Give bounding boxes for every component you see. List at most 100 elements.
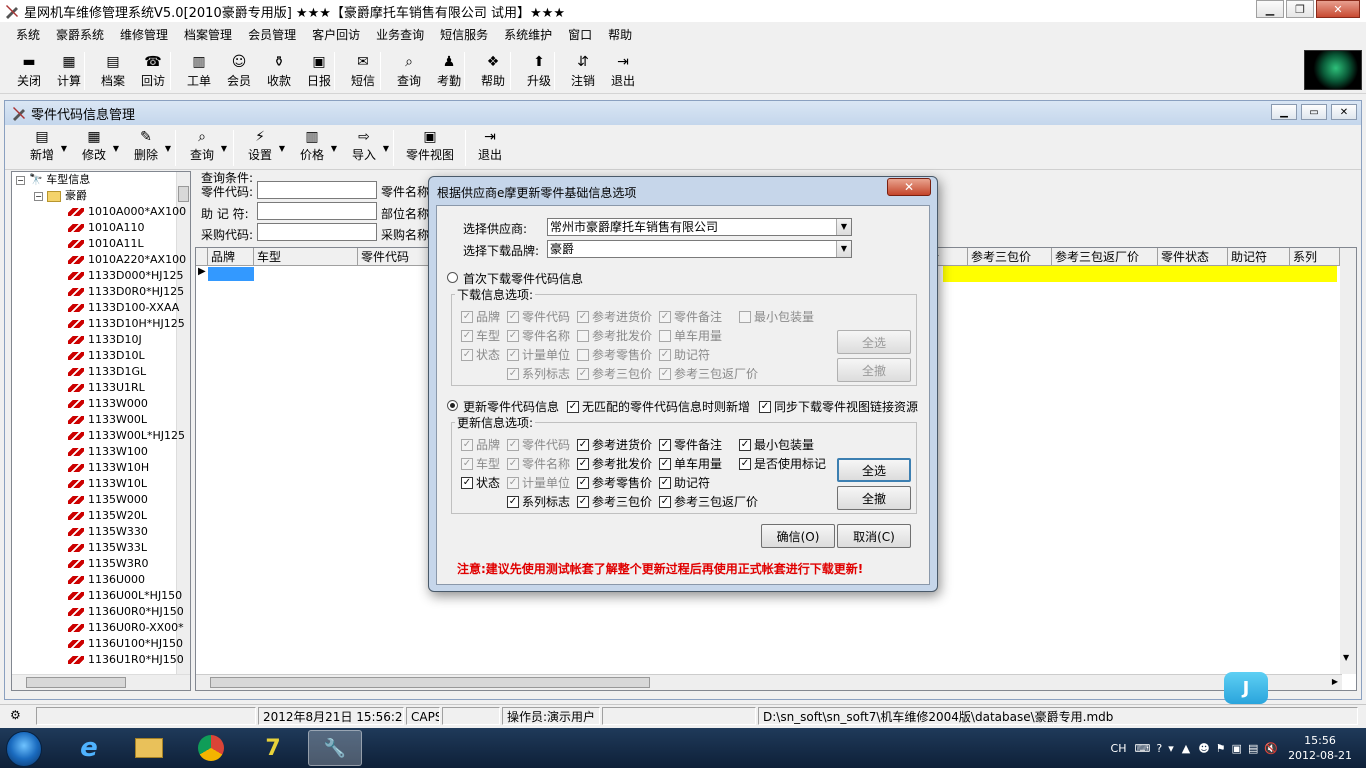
menu-item[interactable]: 豪爵系统	[48, 24, 112, 46]
tree-item[interactable]: 1133W00L	[68, 412, 147, 428]
query-button[interactable]: ⌕ 查询 ▼	[187, 128, 227, 168]
download-option-checkbox[interactable]: 参考零售价	[577, 346, 652, 363]
chevron-down-icon[interactable]: ▼	[165, 144, 171, 153]
chevron-down-icon[interactable]: ▼	[279, 144, 285, 153]
tree-item[interactable]: 1133W000	[68, 396, 148, 412]
download-option-checkbox[interactable]: ✓ 计量单位	[507, 346, 570, 363]
chevron-down-icon[interactable]: ▼	[836, 219, 851, 235]
tree-item[interactable]: 1136U1R0*HJ150	[68, 652, 184, 668]
exit-toolbar-button[interactable]: ⇥ 退出	[604, 52, 642, 90]
download-select-all-button[interactable]: 全选	[837, 330, 911, 354]
tree-item[interactable]: 1133D000*HJ125	[68, 268, 183, 284]
ok-button[interactable]: 确信(O)	[761, 524, 835, 548]
scroll-right-icon[interactable]: ▶	[1332, 677, 1338, 686]
supplier-select[interactable]: 常州市豪爵摩托车销售有限公司 ▼	[547, 218, 852, 236]
chevron-down-icon[interactable]: ▼	[61, 144, 67, 153]
grid-column-header[interactable]: 系列	[1290, 248, 1340, 266]
tree-brand[interactable]: − 豪爵	[34, 188, 87, 204]
download-option-checkbox[interactable]: ✓ 参考三包返厂价	[659, 365, 758, 382]
tree-item[interactable]: 1136U100*HJ150	[68, 636, 183, 652]
tree-item[interactable]: 1133W00L*HJ125	[68, 428, 185, 444]
selected-cell[interactable]	[208, 267, 254, 281]
close-button[interactable]: ✕	[1316, 0, 1360, 18]
settings-button[interactable]: ⚡ 设置 ▼	[245, 128, 285, 168]
part-code-input[interactable]	[257, 181, 377, 199]
lang-indicator[interactable]: CH	[1111, 742, 1127, 755]
tray-menu-icon[interactable]: ▾	[1168, 742, 1174, 755]
tree-item[interactable]: 1133D10H*HJ125	[68, 316, 185, 332]
update-option-checkbox[interactable]: ✓ 是否使用标记	[739, 455, 826, 472]
update-option-checkbox[interactable]: ✓ 参考三包返厂价	[659, 493, 758, 510]
tree-item[interactable]: 1133D10L	[68, 348, 145, 364]
update-option-checkbox[interactable]: ✓ 单车用量	[659, 455, 722, 472]
download-option-checkbox[interactable]: ✓ 品牌	[461, 308, 500, 325]
download-option-checkbox[interactable]: ✓ 零件名称	[507, 327, 570, 344]
menu-item[interactable]: 系统	[8, 24, 48, 46]
tree-item[interactable]: 1010A000*AX100	[68, 204, 186, 220]
update-option-checkbox[interactable]: ✓ 助记符	[659, 474, 710, 491]
help-toolbar-button[interactable]: ❖ 帮助	[474, 52, 512, 90]
calc-toolbar-button[interactable]: ▦ 计算	[50, 52, 88, 90]
tree-horizontal-scrollbar[interactable]	[12, 674, 190, 690]
volume-icon[interactable]: 🔇	[1264, 742, 1278, 755]
menu-item[interactable]: 客户回访	[304, 24, 368, 46]
tree-item[interactable]: 1010A220*AX100	[68, 252, 186, 268]
download-option-checkbox[interactable]: ✓ 助记符	[659, 346, 710, 363]
menu-item[interactable]: 维修管理	[112, 24, 176, 46]
download-option-checkbox[interactable]: ✓ 零件备注	[659, 308, 722, 325]
tree-item[interactable]: 1133D100-XXAA	[68, 300, 179, 316]
update-option-checkbox[interactable]: ✓ 系列标志	[507, 493, 570, 510]
tree-item[interactable]: 1010A11L	[68, 236, 144, 252]
update-option-checkbox[interactable]: ✓ 零件备注	[659, 436, 722, 453]
menu-item[interactable]: 档案管理	[176, 24, 240, 46]
network-icon[interactable]: ▤	[1248, 742, 1258, 755]
help-icon[interactable]: ?	[1156, 742, 1162, 755]
tree-item[interactable]: 1136U00L*HJ150	[68, 588, 182, 604]
download-option-checkbox[interactable]: ✓ 参考进货价	[577, 308, 652, 325]
child-maximize-button[interactable]: ▭	[1301, 104, 1327, 120]
menu-item[interactable]: 短信服务	[432, 24, 496, 46]
tree-vscroll-thumb[interactable]	[178, 186, 189, 202]
grid-column-header[interactable]: 品牌	[208, 248, 254, 266]
update-option-checkbox[interactable]: ✓ 车型	[461, 455, 500, 472]
start-button[interactable]	[6, 731, 42, 767]
z-app-icon[interactable]: 7	[246, 730, 300, 766]
update-deselect-all-button[interactable]: 全撤	[837, 486, 911, 510]
tree-item[interactable]: 1133W100	[68, 444, 148, 460]
purchase-code-input[interactable]	[257, 223, 377, 241]
update-option-checkbox[interactable]: ✓ 参考零售价	[577, 474, 652, 491]
tree-item[interactable]: 1135W20L	[68, 508, 147, 524]
restore-button[interactable]: ❐	[1286, 0, 1314, 18]
grid-vertical-scrollbar[interactable]: ▼	[1340, 248, 1356, 674]
sms-toolbar-button[interactable]: ✉ 短信	[344, 52, 382, 90]
download-option-checkbox[interactable]: ✓ 车型	[461, 327, 500, 344]
repair-app-taskbar-icon[interactable]: 🔧	[308, 730, 362, 766]
chrome-icon[interactable]	[184, 730, 238, 766]
tree-hscroll-thumb[interactable]	[26, 677, 126, 688]
grid-horizontal-scrollbar[interactable]: ▶	[196, 674, 1342, 690]
update-option-checkbox[interactable]: ✓ 参考进货价	[577, 436, 652, 453]
download-option-checkbox[interactable]: 参考批发价	[577, 327, 652, 344]
query-toolbar-button[interactable]: ⌕ 查询	[390, 52, 428, 90]
keyboard-icon[interactable]: ⌨	[1134, 742, 1150, 755]
price-button[interactable]: ▥ 价格 ▼	[297, 128, 337, 168]
sync-view-checkbox[interactable]: ✓ 同步下载零件视图链接资源	[759, 398, 918, 415]
download-option-checkbox[interactable]: ✓ 状态	[461, 346, 500, 363]
tree-item[interactable]: 1136U0R0-XX00*	[68, 620, 184, 636]
menu-item[interactable]: 会员管理	[240, 24, 304, 46]
chevron-down-icon[interactable]: ▼	[113, 144, 119, 153]
edit-button[interactable]: ▦ 修改 ▼	[79, 128, 119, 168]
close-toolbar-button[interactable]: ▬ 关闭	[10, 52, 48, 90]
download-option-checkbox[interactable]: ✓ 系列标志	[507, 365, 570, 382]
collapse-icon[interactable]: −	[16, 175, 25, 185]
tree-item[interactable]: 1135W000	[68, 492, 148, 508]
minimize-button[interactable]: ▁	[1256, 0, 1284, 18]
child-close-button[interactable]: ✕	[1331, 104, 1357, 120]
update-option-checkbox[interactable]: ✓ 零件代码	[507, 436, 570, 453]
part-view-button[interactable]: ▣ 零件视图	[405, 128, 455, 168]
tree-item[interactable]: 1136U0R0*HJ150	[68, 604, 184, 620]
upgrade-toolbar-button[interactable]: ⬆ 升级	[520, 52, 558, 90]
cancel-button[interactable]: 取消(C)	[837, 524, 911, 548]
download-option-checkbox[interactable]: ✓ 参考三包价	[577, 365, 652, 382]
logout-toolbar-button[interactable]: ⇵ 注销	[564, 52, 602, 90]
